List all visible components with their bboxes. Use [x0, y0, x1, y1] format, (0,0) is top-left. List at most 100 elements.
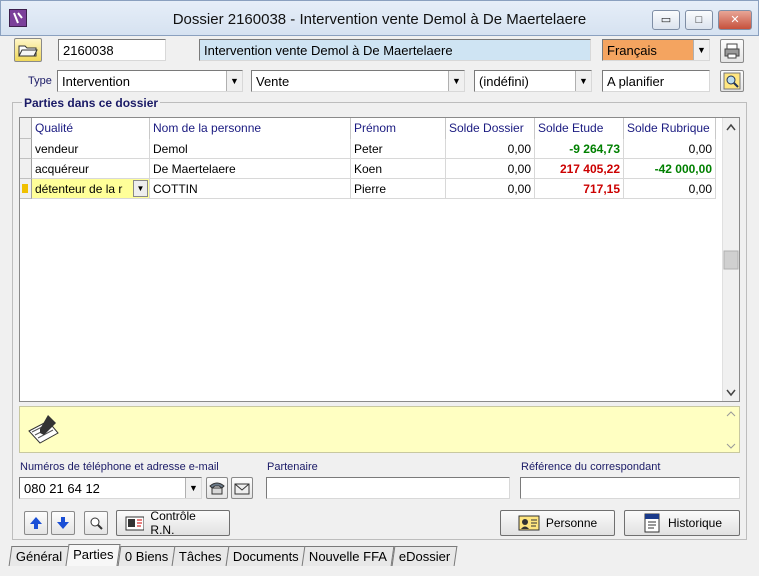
window-title: Dossier 2160038 - Intervention vente Dem… [172, 11, 587, 28]
current-row-marker-icon [22, 184, 28, 193]
open-folder-button[interactable] [14, 38, 42, 62]
table-row-selected[interactable]: détenteur de la r ▼ COTTIN Pierre 0,00 7… [20, 179, 716, 199]
historique-label: Historique [667, 516, 723, 530]
header-corner [20, 118, 32, 139]
person-icon [518, 515, 540, 531]
partner-field[interactable] [266, 477, 510, 499]
row-selector[interactable] [20, 139, 32, 159]
id-card-icon [125, 516, 145, 531]
notes-scrollbar[interactable] [725, 408, 737, 452]
cell-solde-etude[interactable]: 717,15 [535, 179, 624, 199]
dossier-name-field[interactable]: Intervention vente Demol à De Maertelaer… [199, 39, 591, 61]
cell-nom[interactable]: Demol [150, 139, 351, 159]
cell-qualite[interactable]: vendeur [32, 139, 150, 159]
controle-rn-button[interactable]: Contrôle R.N. [116, 509, 230, 537]
printer-icon [724, 43, 740, 59]
personne-button[interactable]: Personne [500, 510, 615, 536]
table-row[interactable]: vendeur Demol Peter 0,00 -9 264,73 0,00 [20, 139, 716, 159]
grid-scrollbar[interactable] [722, 118, 739, 401]
chevron-down-icon[interactable]: ▼ [448, 71, 464, 91]
cell-qualite[interactable]: détenteur de la r [35, 182, 122, 196]
partner-label: Partenaire [267, 461, 318, 473]
tab-biens[interactable]: 0 Biens [117, 546, 176, 566]
cell-qualite-editor[interactable]: détenteur de la r ▼ [32, 179, 150, 199]
cell-solde-etude[interactable]: -9 264,73 [535, 139, 624, 159]
phone-value: 080 21 64 12 [24, 481, 100, 496]
phone-label: Numéros de téléphone et adresse e-mail [20, 461, 219, 473]
column-header-solde-rubrique[interactable]: Solde Rubrique [624, 118, 716, 139]
cell-solde-dossier[interactable]: 0,00 [446, 179, 535, 199]
language-select[interactable]: Français ▼ [602, 39, 710, 61]
tab-taches[interactable]: Tâches [171, 546, 230, 566]
column-header-qualite[interactable]: Qualité [32, 118, 150, 139]
zoom-button[interactable] [84, 511, 108, 535]
status-field[interactable]: A planifier [602, 70, 710, 92]
cell-nom[interactable]: De Maertelaere [150, 159, 351, 179]
maximize-button[interactable]: □ [685, 10, 713, 30]
cell-prenom[interactable]: Peter [351, 139, 446, 159]
phone-select[interactable]: 080 21 64 12 ▼ [19, 477, 202, 499]
scroll-down-icon [726, 389, 736, 397]
personne-label: Personne [545, 516, 598, 530]
move-up-button[interactable] [24, 511, 48, 535]
cell-solde-etude[interactable]: 217 405,22 [535, 159, 624, 179]
column-header-solde-etude[interactable]: Solde Etude [535, 118, 624, 139]
search-button[interactable] [720, 70, 744, 92]
tab-documents[interactable]: Documents [225, 546, 306, 566]
tab-edossier[interactable]: eDossier [391, 546, 458, 566]
cell-nom[interactable]: COTTIN [150, 179, 351, 199]
type-value: Intervention [62, 74, 130, 89]
column-header-prenom[interactable]: Prénom [351, 118, 446, 139]
type-label: Type [28, 75, 52, 87]
email-icon [234, 483, 250, 495]
row-selector[interactable] [20, 179, 32, 199]
notepad-icon[interactable] [26, 411, 62, 447]
detail-select[interactable]: (indéfini) ▼ [474, 70, 592, 92]
dossier-number-field[interactable]: 2160038 [58, 39, 166, 61]
chevron-down-icon[interactable]: ▼ [226, 71, 242, 91]
type-select[interactable]: Intervention ▼ [57, 70, 243, 92]
tab-nouvelle-ffa[interactable]: Nouvelle FFA [302, 546, 395, 566]
call-button[interactable] [206, 477, 228, 499]
notes-area[interactable] [19, 406, 740, 453]
cell-solde-rubrique[interactable]: -42 000,00 [624, 159, 716, 179]
chevron-down-icon[interactable]: ▼ [693, 40, 709, 60]
cell-prenom[interactable]: Pierre [351, 179, 446, 199]
subtype-select[interactable]: Vente ▼ [251, 70, 465, 92]
reference-field[interactable] [520, 477, 740, 499]
tab-parties[interactable]: Parties [65, 544, 122, 566]
detail-value: (indéfini) [479, 74, 529, 89]
historique-button[interactable]: Historique [624, 510, 740, 536]
cell-solde-dossier[interactable]: 0,00 [446, 159, 535, 179]
scroll-thumb [723, 250, 739, 270]
cell-qualite[interactable]: acquéreur [32, 159, 150, 179]
cell-solde-rubrique[interactable]: 0,00 [624, 139, 716, 159]
move-down-button[interactable] [51, 511, 75, 535]
tab-general[interactable]: Général [8, 546, 70, 566]
column-header-nom[interactable]: Nom de la personne [150, 118, 351, 139]
chevron-down-icon[interactable]: ▼ [575, 71, 591, 91]
chevron-down-icon[interactable]: ▼ [185, 478, 201, 498]
subtype-value: Vente [256, 74, 290, 89]
cell-prenom[interactable]: Koen [351, 159, 446, 179]
row-selector[interactable] [20, 159, 32, 179]
scroll-up-icon [726, 123, 736, 131]
print-button[interactable] [720, 39, 744, 63]
parties-group-title: Parties dans ce dossier [22, 96, 161, 110]
table-row[interactable]: acquéreur De Maertelaere Koen 0,00 217 4… [20, 159, 716, 179]
cell-solde-rubrique[interactable]: 0,00 [624, 179, 716, 199]
tab-bar: Général Parties 0 Biens Tâches Documents… [8, 544, 458, 568]
chevron-down-icon[interactable]: ▼ [133, 180, 148, 197]
language-value: Français [607, 43, 657, 58]
arrow-down-icon [57, 517, 69, 529]
arrow-up-icon [30, 517, 42, 529]
minimize-button[interactable]: ▭ [652, 10, 680, 30]
cell-solde-dossier[interactable]: 0,00 [446, 139, 535, 159]
folder-icon [18, 45, 38, 57]
search-icon [723, 72, 741, 90]
close-button[interactable]: ✕ [718, 10, 752, 30]
controle-rn-label: Contrôle R.N. [150, 509, 196, 537]
email-button[interactable] [231, 477, 253, 499]
column-header-solde-dossier[interactable]: Solde Dossier [446, 118, 535, 139]
title-bar: Dossier 2160038 - Intervention vente Dem… [0, 0, 759, 36]
